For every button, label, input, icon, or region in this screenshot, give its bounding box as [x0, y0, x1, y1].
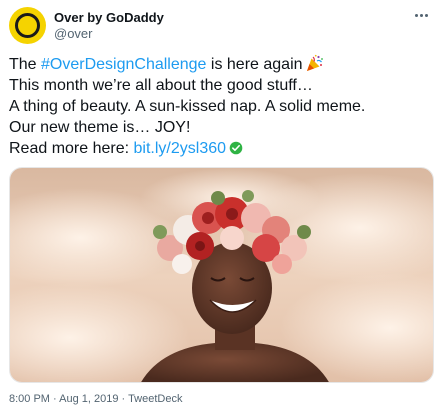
bitly-link[interactable]: bit.ly/2ysl360 — [134, 140, 227, 157]
tweet-time[interactable]: 8:00 PM — [9, 393, 50, 405]
tweet-line-5: Read more here: bit.ly/2ysl360 — [9, 138, 434, 159]
tweet-date[interactable]: Aug 1, 2019 — [59, 393, 118, 405]
avatar[interactable] — [9, 7, 46, 44]
author-handle[interactable]: @over — [54, 26, 93, 41]
check-mark-button-icon — [229, 141, 243, 155]
author-name[interactable]: Over by GoDaddy — [54, 10, 164, 25]
smiling-woman-with-flower-crown-photo — [10, 168, 433, 382]
tweet-text-segment: Read more here: — [9, 140, 134, 157]
meta-separator: · — [49, 393, 60, 405]
tweet-line-4: Our new theme is… JOY! — [9, 119, 191, 136]
tweet-source[interactable]: TweetDeck — [128, 393, 182, 405]
tweet-photo[interactable] — [9, 167, 434, 383]
tweet-line-2: This month we’re all about the good stuf… — [9, 77, 313, 94]
tweet-line-3: A thing of beauty. A sun-kissed nap. A s… — [9, 98, 366, 115]
over-logo-icon — [15, 13, 40, 38]
tweet-line-1: The #OverDesignChallenge is here again — [9, 54, 434, 75]
tweet-text-segment: is here again — [206, 56, 303, 73]
meta-separator: · — [118, 393, 129, 405]
tweet-text: The #OverDesignChallenge is here again T… — [9, 54, 434, 159]
tweet-metadata: 8:00 PM · Aug 1, 2019 · TweetDeck — [9, 393, 182, 405]
tweet-text-segment: The — [9, 56, 42, 73]
party-popper-icon — [306, 54, 323, 71]
more-options-icon[interactable] — [410, 8, 432, 22]
tweet-card: Over by GoDaddy @over The #OverDesignCha… — [0, 0, 444, 413]
hashtag-link[interactable]: #OverDesignChallenge — [41, 56, 206, 73]
